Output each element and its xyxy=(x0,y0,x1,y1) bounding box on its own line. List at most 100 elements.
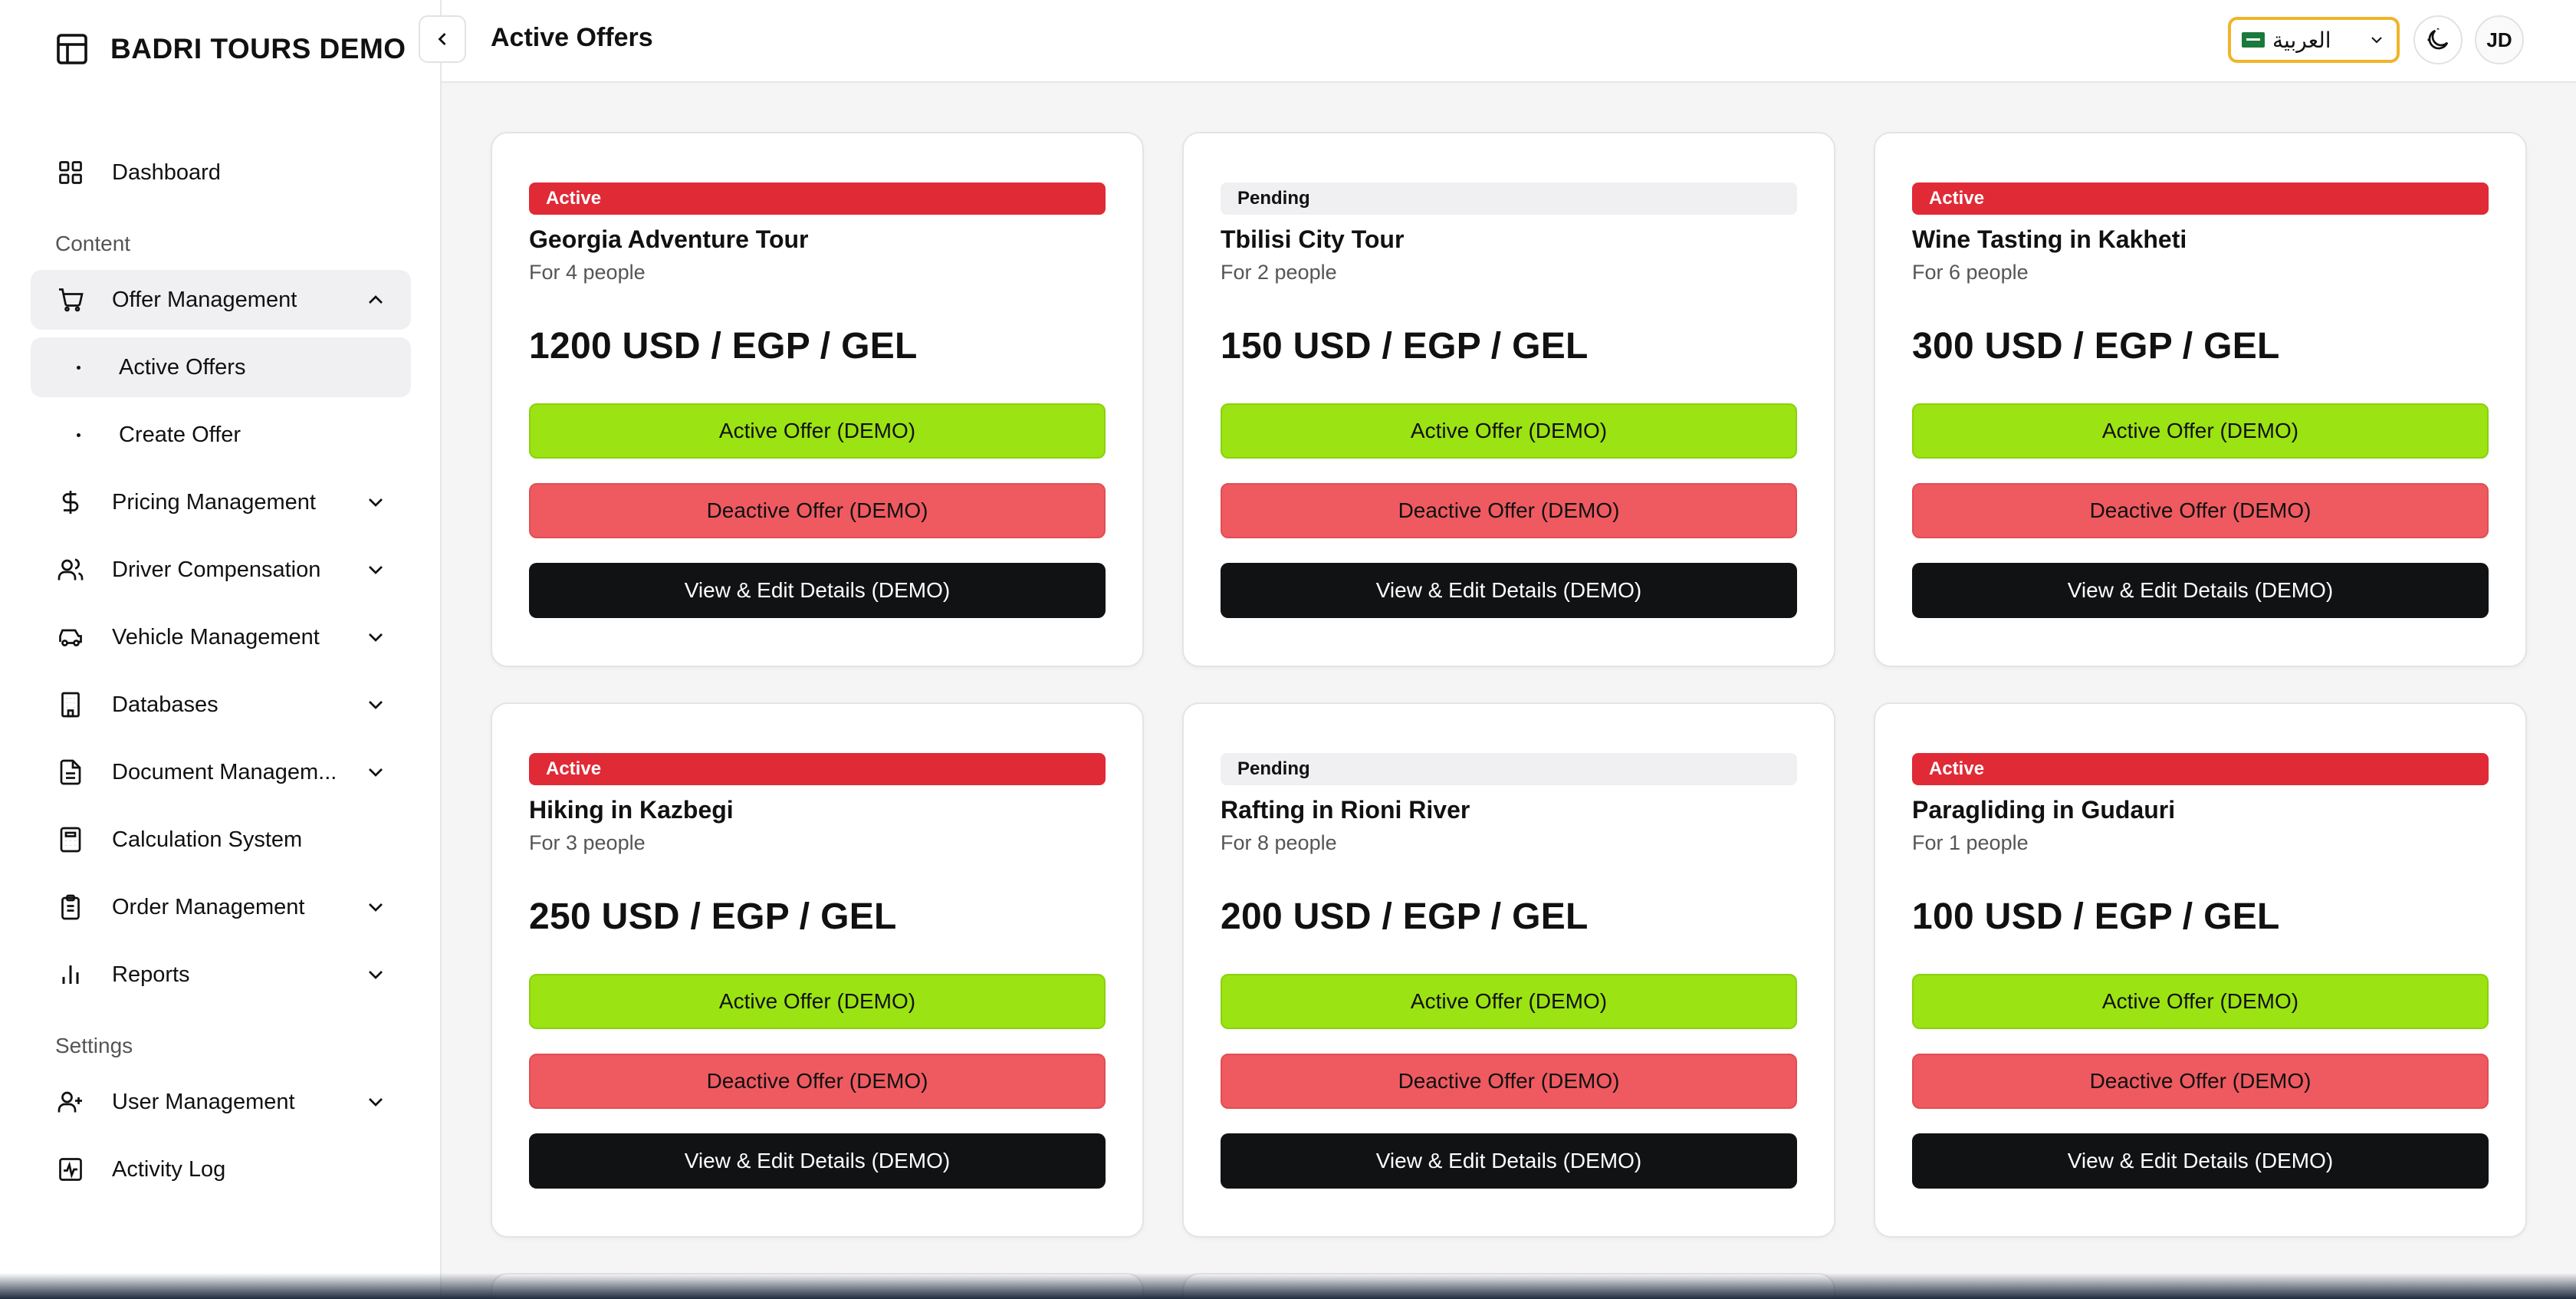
sidebar-item-label: Vehicle Management xyxy=(112,624,320,650)
main-content: Active Georgia Adventure Tour For 4 peop… xyxy=(491,132,2527,1299)
offer-people: For 8 people xyxy=(1221,831,1337,854)
deactivate-offer-button[interactable]: Deactive Offer (DEMO) xyxy=(1221,483,1797,538)
chevron-down-icon xyxy=(369,498,383,507)
chevron-down-icon xyxy=(2371,37,2382,44)
section-label-content: Content xyxy=(55,232,131,255)
activate-offer-button[interactable]: Active Offer (DEMO) xyxy=(1912,974,2489,1029)
status-badge: Active xyxy=(529,753,1106,785)
offer-people: For 3 people xyxy=(529,831,646,854)
sidebar: BADRI TOURS DEMO Dashboard Content Offer… xyxy=(0,0,442,1299)
sidebar-item-offer-management[interactable]: Offer Management xyxy=(31,270,411,330)
bar-chart-icon xyxy=(55,959,86,990)
view-edit-details-button[interactable]: View & Edit Details (DEMO) xyxy=(1221,563,1797,618)
moon-icon xyxy=(2427,28,2449,50)
view-edit-details-button[interactable]: View & Edit Details (DEMO) xyxy=(1221,1133,1797,1189)
offer-title: Hiking in Kazbegi xyxy=(529,795,734,824)
offer-people: For 1 people xyxy=(1912,831,2029,854)
sidebar-item-driver-compensation[interactable]: Driver Compensation xyxy=(31,540,411,600)
sidebar-item-label: Databases xyxy=(112,692,219,717)
deactivate-offer-button[interactable]: Deactive Offer (DEMO) xyxy=(529,1054,1106,1109)
chevron-down-icon xyxy=(369,566,383,574)
deactivate-offer-button[interactable]: Deactive Offer (DEMO) xyxy=(1221,1054,1797,1109)
sidebar-item-user-management[interactable]: User Management xyxy=(31,1072,411,1132)
sidebar-item-label: Activity Log xyxy=(112,1156,226,1182)
app: BADRI TOURS DEMO Dashboard Content Offer… xyxy=(0,0,2576,1299)
deactivate-offer-button[interactable]: Deactive Offer (DEMO) xyxy=(1912,1054,2489,1109)
sidebar-item-label: Create Offer xyxy=(119,422,242,447)
sidebar-item-activity-log[interactable]: Activity Log xyxy=(31,1140,411,1199)
file-icon xyxy=(55,757,86,788)
car-icon xyxy=(55,622,86,653)
offer-title: Tbilisi City Tour xyxy=(1221,225,1405,253)
sidebar-item-reports[interactable]: Reports xyxy=(31,945,411,1005)
activate-offer-button[interactable]: Active Offer (DEMO) xyxy=(1221,403,1797,459)
view-edit-details-button[interactable]: View & Edit Details (DEMO) xyxy=(529,1133,1106,1189)
offer-title: Wine Tasting in Kakheti xyxy=(1912,225,2187,253)
sidebar-item-label: Offer Management xyxy=(112,287,297,312)
sidebar-item-label: Active Offers xyxy=(119,354,246,380)
activity-icon xyxy=(55,1154,86,1185)
sidebar-item-label: Calculation System xyxy=(112,827,303,852)
status-badge: Active xyxy=(1912,753,2489,785)
offer-title: Paragliding in Gudauri xyxy=(1912,795,2176,824)
chevron-down-icon xyxy=(369,971,383,979)
bullet-icon xyxy=(77,365,80,370)
chevron-down-icon xyxy=(369,768,383,777)
chevron-down-icon xyxy=(369,903,383,912)
calculator-icon xyxy=(55,824,86,855)
clipboard-icon xyxy=(55,892,86,922)
user-avatar[interactable]: JD xyxy=(2475,15,2524,64)
sidebar-item-databases[interactable]: Databases xyxy=(31,675,411,735)
deactivate-offer-button[interactable]: Deactive Offer (DEMO) xyxy=(1912,483,2489,538)
offer-price: 150 USD / EGP / GEL xyxy=(1221,326,1589,367)
dollar-icon xyxy=(55,487,86,518)
activate-offer-button[interactable]: Active Offer (DEMO) xyxy=(529,974,1106,1029)
offer-price: 200 USD / EGP / GEL xyxy=(1221,896,1589,937)
sidebar-item-label: Pricing Management xyxy=(112,489,316,515)
sidebar-item-vehicle-management[interactable]: Vehicle Management xyxy=(31,607,411,667)
status-badge: Pending xyxy=(1221,183,1797,215)
status-badge: Active xyxy=(1912,183,2489,215)
user-plus-icon xyxy=(55,1087,86,1117)
offer-people: For 2 people xyxy=(1221,261,1337,284)
sidebar-item-label: Document Managem... xyxy=(112,759,337,784)
activate-offer-button[interactable]: Active Offer (DEMO) xyxy=(1912,403,2489,459)
sidebar-item-label: Order Management xyxy=(112,894,305,919)
offer-card: Pending Tbilisi City Tour For 2 people 1… xyxy=(1182,132,1835,667)
sidebar-item-document-management[interactable]: Document Managem... xyxy=(31,742,411,802)
offer-card: Active Hiking in Kazbegi For 3 people 25… xyxy=(491,702,1144,1238)
grid-icon xyxy=(55,157,86,188)
sidebar-item-order-management[interactable]: Order Management xyxy=(31,877,411,937)
users-icon xyxy=(55,554,86,585)
chevron-down-icon xyxy=(369,633,383,642)
saudi-flag-icon xyxy=(2242,32,2265,48)
layout-icon xyxy=(57,34,87,64)
sidebar-item-pricing-management[interactable]: Pricing Management xyxy=(31,472,411,532)
view-edit-details-button[interactable]: View & Edit Details (DEMO) xyxy=(1912,563,2489,618)
sidebar-item-dashboard[interactable]: Dashboard xyxy=(31,143,411,202)
page-title: Active Offers xyxy=(491,23,653,52)
offer-price: 300 USD / EGP / GEL xyxy=(1912,326,2280,367)
offer-price: 100 USD / EGP / GEL xyxy=(1912,896,2280,937)
sidebar-subitem-active-offers[interactable]: Active Offers xyxy=(31,337,411,397)
activate-offer-button[interactable]: Active Offer (DEMO) xyxy=(529,403,1106,459)
sidebar-item-label: Driver Compensation xyxy=(112,557,321,582)
theme-toggle-button[interactable] xyxy=(2413,15,2463,64)
language-select[interactable]: العربية xyxy=(2228,17,2400,63)
sidebar-subitem-create-offer[interactable]: Create Offer xyxy=(31,405,411,465)
view-edit-details-button[interactable]: View & Edit Details (DEMO) xyxy=(1912,1133,2489,1189)
bottom-edge xyxy=(0,1273,2576,1299)
offer-price: 250 USD / EGP / GEL xyxy=(529,896,897,937)
offer-card: Pending Rafting in Rioni River For 8 peo… xyxy=(1182,702,1835,1238)
collapse-sidebar-button[interactable] xyxy=(419,15,466,63)
brand-title: BADRI TOURS DEMO xyxy=(110,33,406,64)
sidebar-item-label: Dashboard xyxy=(112,159,221,185)
activate-offer-button[interactable]: Active Offer (DEMO) xyxy=(1221,974,1797,1029)
view-edit-details-button[interactable]: View & Edit Details (DEMO) xyxy=(529,563,1106,618)
offers-grid: Active Georgia Adventure Tour For 4 peop… xyxy=(491,132,2527,1238)
offer-people: For 6 people xyxy=(1912,261,2029,284)
deactivate-offer-button[interactable]: Deactive Offer (DEMO) xyxy=(529,483,1106,538)
chevron-down-icon xyxy=(369,1098,383,1107)
sidebar-item-calculation-system[interactable]: Calculation System xyxy=(31,810,411,870)
sidebar-item-label: Reports xyxy=(112,962,190,987)
